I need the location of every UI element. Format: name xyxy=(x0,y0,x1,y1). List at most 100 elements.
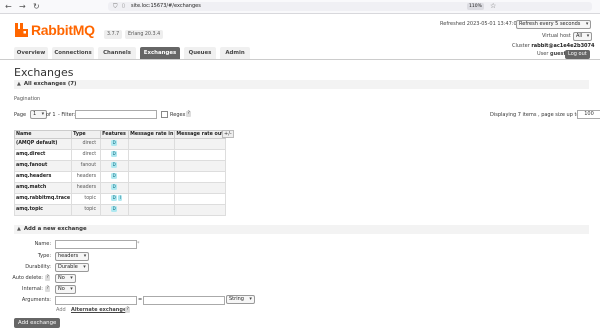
filter-input[interactable] xyxy=(75,110,157,119)
browser-toolbar: ← → ↻ ⛉ ▯ site.loc:15673/#/exchanges 110… xyxy=(0,0,600,14)
regex-checkbox[interactable] xyxy=(161,111,168,118)
table-row[interactable]: amq.match headers D xyxy=(13,182,226,194)
tab-exchanges[interactable]: Exchanges xyxy=(140,47,180,59)
table-row[interactable]: (AMQP default) direct D xyxy=(13,138,226,150)
rate-in-cell xyxy=(128,193,176,205)
type-label: Type: xyxy=(37,253,51,259)
table-row[interactable]: amq.fanout fanout D xyxy=(13,160,226,172)
table-row[interactable]: amq.rabbitmq.trace topic DI xyxy=(13,193,226,205)
rate-in-cell xyxy=(128,182,176,194)
internal-help-icon[interactable]: ? xyxy=(45,286,51,292)
tab-admin[interactable]: Admin xyxy=(220,47,250,59)
forward-icon[interactable]: → xyxy=(19,2,26,11)
table-row[interactable]: amq.headers headers D xyxy=(13,171,226,183)
rate-in-cell xyxy=(128,138,176,150)
col-type[interactable]: Type xyxy=(71,130,102,139)
add-argument-label: Add xyxy=(56,307,66,313)
exchange-name[interactable]: amq.match xyxy=(13,182,73,194)
table-header-row: Name Type Features Message rate in Messa… xyxy=(13,130,226,139)
tab-overview[interactable]: Overview xyxy=(14,47,48,59)
zoom-level[interactable]: 110% xyxy=(467,3,484,10)
argument-key-input[interactable] xyxy=(55,296,137,305)
page-size-input[interactable]: 100 xyxy=(577,110,600,119)
exchange-name[interactable]: (AMQP default) xyxy=(13,138,73,150)
logout-button[interactable]: Log out xyxy=(565,50,590,59)
rate-in-cell xyxy=(128,160,176,172)
col-name[interactable]: Name xyxy=(13,130,73,139)
shield-icon: ⛉ xyxy=(113,3,118,10)
tab-connections[interactable]: Connections xyxy=(52,47,94,59)
internal-select[interactable]: No xyxy=(55,285,76,294)
back-icon[interactable]: ← xyxy=(5,2,12,11)
rate-in-cell xyxy=(128,204,176,216)
table-row[interactable]: amq.direct direct D xyxy=(13,149,226,161)
durable-badge: D xyxy=(111,162,118,168)
pagination-heading: Pagination xyxy=(14,96,41,102)
exchanges-table: Name Type Features Message rate in Messa… xyxy=(13,130,226,216)
internal-label: Internal: xyxy=(22,286,43,292)
features-cell: D xyxy=(100,182,130,194)
tab-queues[interactable]: Queues xyxy=(184,47,216,59)
features-cell: D xyxy=(100,138,130,150)
durability-select[interactable]: Durable xyxy=(55,263,89,272)
exchange-name[interactable]: amq.headers xyxy=(13,171,73,183)
name-label: Name: xyxy=(34,241,51,247)
arguments-label: Arguments: xyxy=(21,297,51,303)
rate-in-cell xyxy=(128,149,176,161)
collapse-triangle-icon: ▲ xyxy=(17,226,21,232)
tab-channels[interactable]: Channels xyxy=(98,47,136,59)
pagination-row: Page 1 of 1 - Filter: Regex ? Displaying… xyxy=(14,110,600,120)
cluster-label: Cluster xyxy=(512,43,530,49)
refreshed-timestamp: Refreshed 2023-05-01 13:47:09 xyxy=(440,21,520,27)
exchange-type: topic xyxy=(71,193,102,205)
col-rate-in: Message rate in xyxy=(128,130,176,139)
exchange-type-select[interactable]: headers xyxy=(55,252,90,261)
exchange-name-input[interactable] xyxy=(55,240,137,249)
rabbitmq-logo-mark xyxy=(15,23,28,37)
rate-out-cell xyxy=(174,204,226,216)
alternate-exchange-link[interactable]: Alternate exchange xyxy=(71,306,126,314)
exchange-name[interactable]: amq.direct xyxy=(13,149,73,161)
add-exchange-toggle[interactable]: ▲ Add a new exchange xyxy=(14,225,589,234)
table-row[interactable]: amq.topic topic D xyxy=(13,204,226,216)
collapse-triangle-icon: ▲ xyxy=(17,81,21,87)
filter-label: - Filter: xyxy=(58,112,76,118)
page-select[interactable]: 1 xyxy=(30,110,48,119)
required-marker: * xyxy=(137,241,140,247)
rate-out-cell xyxy=(174,193,226,205)
exchange-name[interactable]: amq.topic xyxy=(13,204,73,216)
rate-out-cell xyxy=(174,138,226,150)
durable-badge: D xyxy=(111,173,118,179)
exchange-type: direct xyxy=(71,138,102,150)
regex-label: Regex xyxy=(170,112,186,118)
column-toggle-button[interactable]: +/- xyxy=(222,130,234,138)
address-bar[interactable]: ⛉ ▯ site.loc:15673/#/exchanges 110% ☆ xyxy=(108,2,592,11)
internal-badge: I xyxy=(118,195,123,201)
page-icon: ▯ xyxy=(122,3,125,9)
features-cell: D xyxy=(100,149,130,161)
user-name: guest xyxy=(550,51,566,57)
durability-label: Durability: xyxy=(25,264,51,270)
regex-help-icon[interactable]: ? xyxy=(186,111,192,117)
argument-value-input[interactable] xyxy=(143,296,225,305)
argument-type-select[interactable]: String xyxy=(226,295,255,304)
virtual-host-label: Virtual host xyxy=(542,33,571,39)
reload-icon[interactable]: ↻ xyxy=(33,2,40,11)
refresh-interval-select[interactable]: Refresh every 5 seconds xyxy=(516,20,592,29)
exchange-name[interactable]: amq.fanout xyxy=(13,160,73,172)
durable-badge: D xyxy=(111,184,118,190)
virtual-host-select[interactable]: All xyxy=(573,32,593,41)
auto-delete-help-icon[interactable]: ? xyxy=(45,275,51,281)
durable-badge: D xyxy=(111,151,118,157)
all-exchanges-toggle[interactable]: ▲ All exchanges (7) xyxy=(14,80,589,89)
exchange-type: headers xyxy=(71,171,102,183)
features-cell: D xyxy=(100,204,130,216)
main-nav-tabs: Overview Connections Channels Exchanges … xyxy=(14,47,252,59)
exchange-name[interactable]: amq.rabbitmq.trace xyxy=(13,193,73,205)
rate-in-cell xyxy=(128,171,176,183)
alternate-exchange-help-icon[interactable]: ? xyxy=(125,307,131,313)
auto-delete-select[interactable]: No xyxy=(55,274,76,283)
user-info: User guest xyxy=(537,51,566,58)
bookmark-star-icon[interactable]: ☆ xyxy=(490,2,496,11)
rate-out-cell xyxy=(174,171,226,183)
